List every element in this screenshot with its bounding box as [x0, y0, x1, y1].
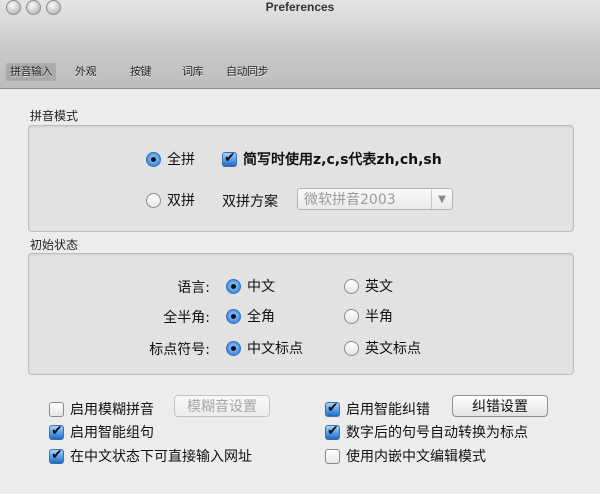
language-chinese-radio[interactable] — [226, 278, 241, 294]
full-pinyin-radio[interactable] — [146, 151, 161, 167]
tab-pinyin-input[interactable]: 拼音输入 — [6, 63, 56, 81]
url-input-checkbox[interactable] — [49, 447, 64, 464]
smart-phrase-option[interactable]: 启用智能组句 — [49, 422, 154, 442]
fuzzy-pinyin-option[interactable]: 启用模糊拼音 — [49, 399, 154, 419]
width-label: 全半角: — [163, 310, 210, 326]
window-title: Preferences — [265, 0, 335, 14]
full-pinyin-label: 全拼 — [167, 152, 195, 168]
shorthand-option[interactable]: 简写时使用z,c,s代表zh,ch,sh — [222, 149, 442, 169]
width-half-radio[interactable] — [344, 308, 359, 324]
punct-label: 标点符号: — [149, 342, 210, 358]
punct-english-option[interactable]: 英文标点 — [344, 338, 421, 358]
embedded-mode-label: 使用内嵌中文编辑模式 — [346, 449, 486, 465]
title-bar: Preferences 拼音输入 外观 按键 词库 自动同步 — [0, 0, 600, 89]
tab-auto-sync[interactable]: 自动同步 — [226, 63, 269, 81]
double-pinyin-label: 双拼 — [167, 193, 195, 209]
smart-correct-label: 启用智能纠错 — [346, 402, 430, 418]
correct-settings-button[interactable]: 纠错设置 — [452, 395, 548, 417]
punct-english-radio[interactable] — [344, 340, 359, 356]
language-english-radio[interactable] — [344, 278, 359, 294]
tab-appearance[interactable]: 外观 — [75, 63, 97, 81]
embedded-mode-checkbox[interactable] — [325, 448, 340, 464]
punct-chinese-radio[interactable] — [226, 340, 241, 356]
shorthand-checkbox[interactable] — [222, 150, 237, 167]
initial-state-group-label: 初始状态 — [30, 238, 79, 252]
pinyin-mode-group — [28, 125, 574, 232]
double-pinyin-radio[interactable] — [146, 192, 161, 208]
embedded-mode-option[interactable]: 使用内嵌中文编辑模式 — [325, 446, 486, 466]
language-english-label: 英文 — [365, 279, 393, 295]
shorthand-label: 简写时使用z,c,s代表zh,ch,sh — [243, 152, 442, 168]
tab-keys[interactable]: 按键 — [130, 63, 152, 81]
language-label: 语言: — [177, 280, 210, 296]
punct-english-label: 英文标点 — [365, 341, 421, 357]
scheme-label: 双拼方案 — [222, 194, 278, 210]
language-chinese-option[interactable]: 中文 — [226, 276, 275, 296]
pinyin-mode-group-label: 拼音模式 — [30, 109, 79, 123]
fuzzy-settings-button[interactable]: 模糊音设置 — [174, 395, 270, 417]
fuzzy-pinyin-checkbox[interactable] — [49, 401, 64, 417]
tab-content: 拼音模式 全拼 简写时使用z,c,s代表zh,ch,sh 双拼 双拼方案 微软拼… — [0, 89, 600, 494]
width-half-option[interactable]: 半角 — [344, 306, 393, 326]
preferences-window: Preferences 拼音输入 外观 按键 词库 自动同步 拼音模式 全拼 简… — [0, 0, 600, 494]
language-chinese-label: 中文 — [247, 279, 275, 295]
width-full-radio[interactable] — [226, 308, 241, 324]
fuzzy-pinyin-label: 启用模糊拼音 — [70, 402, 154, 418]
scheme-select-value: 微软拼音2003 — [304, 192, 396, 208]
smart-phrase-checkbox[interactable] — [49, 423, 64, 440]
smart-correct-option[interactable]: 启用智能纠错 — [325, 399, 430, 419]
period-convert-checkbox[interactable] — [325, 423, 340, 440]
double-pinyin-option[interactable]: 双拼 — [146, 190, 195, 210]
punct-chinese-option[interactable]: 中文标点 — [226, 338, 303, 358]
period-convert-option[interactable]: 数字后的句号自动转换为标点 — [325, 422, 528, 442]
tab-dictionary[interactable]: 词库 — [182, 63, 204, 81]
full-pinyin-option[interactable]: 全拼 — [146, 149, 195, 169]
period-convert-label: 数字后的句号自动转换为标点 — [346, 425, 528, 441]
width-full-label: 全角 — [247, 309, 275, 325]
width-full-option[interactable]: 全角 — [226, 306, 275, 326]
language-english-option[interactable]: 英文 — [344, 276, 393, 296]
chevron-down-icon: ▼ — [431, 189, 452, 209]
smart-phrase-label: 启用智能组句 — [70, 425, 154, 441]
scheme-select[interactable]: 微软拼音2003 ▼ — [297, 188, 453, 210]
smart-correct-checkbox[interactable] — [325, 400, 340, 417]
url-input-option[interactable]: 在中文状态下可直接输入网址 — [49, 446, 252, 466]
url-input-label: 在中文状态下可直接输入网址 — [70, 449, 252, 465]
width-half-label: 半角 — [365, 309, 393, 325]
punct-chinese-label: 中文标点 — [247, 341, 303, 357]
